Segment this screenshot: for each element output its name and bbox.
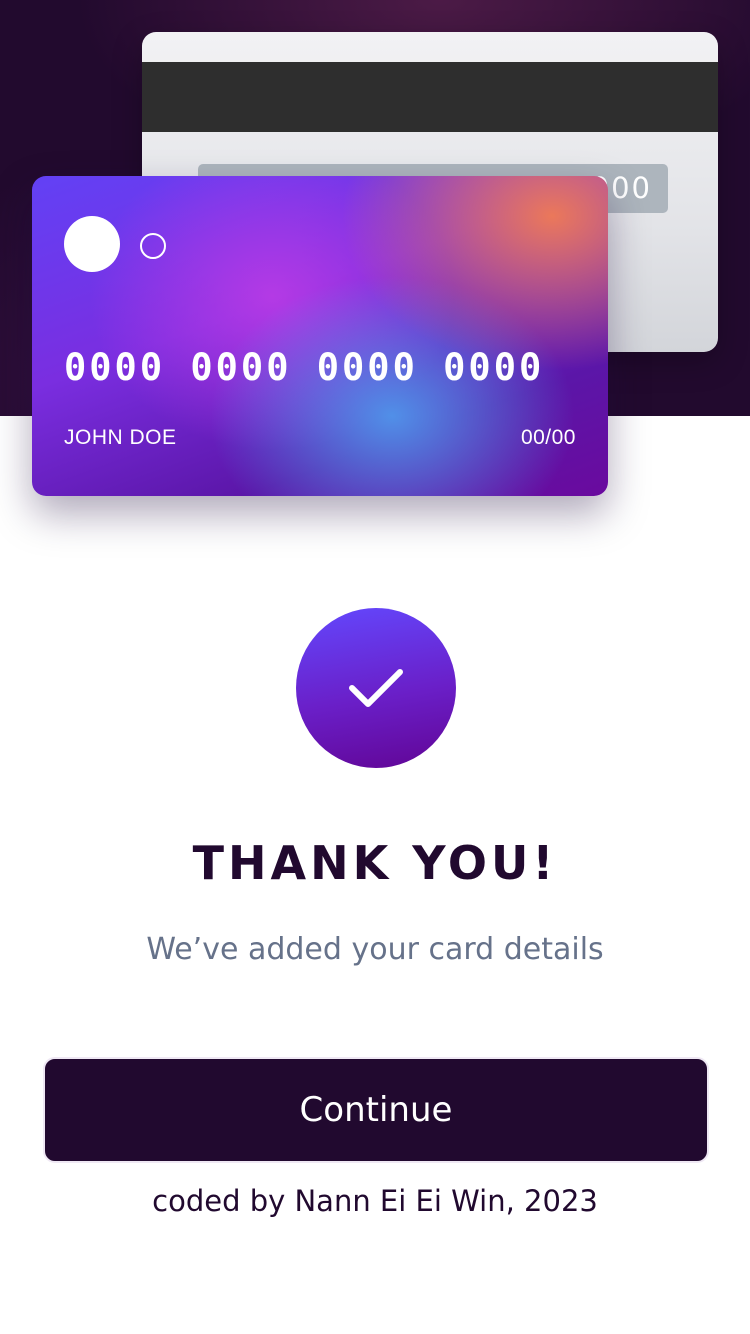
card-logo-circle-icon bbox=[64, 216, 120, 272]
continue-button[interactable]: Continue bbox=[43, 1057, 709, 1163]
cardholder-name: JOHN DOE bbox=[64, 426, 177, 449]
card-front: 0000 0000 0000 0000 JOHN DOE 00/00 bbox=[32, 176, 608, 496]
success-message: We’ve added your card details bbox=[146, 932, 604, 967]
card-number: 0000 0000 0000 0000 bbox=[64, 346, 545, 389]
page-title: THANK YOU! bbox=[192, 836, 558, 890]
page: 000 0000 0000 0000 0000 JOHN DOE 00/00 T… bbox=[0, 0, 750, 1334]
magnetic-stripe bbox=[142, 62, 718, 132]
success-badge bbox=[296, 608, 456, 768]
card-logo-ring-icon bbox=[140, 233, 166, 259]
check-icon bbox=[349, 669, 403, 707]
card-expiry: 00/00 bbox=[520, 426, 576, 449]
footer-credit: coded by Nann Ei Ei Win, 2023 bbox=[152, 1184, 598, 1218]
